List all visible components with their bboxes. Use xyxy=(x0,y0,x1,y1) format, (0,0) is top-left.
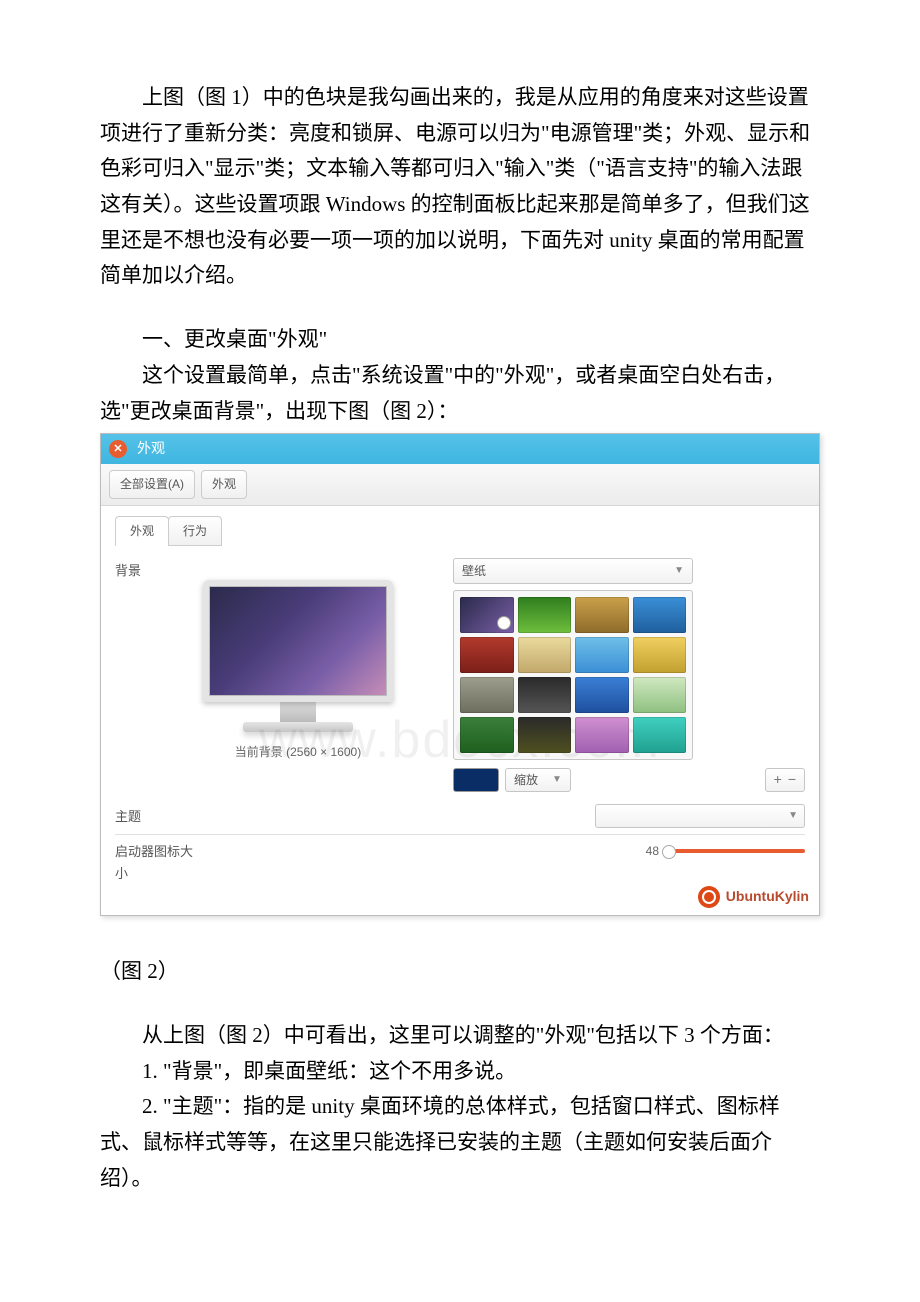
theme-section: 主题 ▼ xyxy=(115,798,805,835)
wallpaper-source-select[interactable]: 壁纸 ▼ xyxy=(453,558,693,584)
wallpaper-thumb[interactable] xyxy=(460,717,514,753)
wallpaper-thumb[interactable] xyxy=(633,597,687,633)
spacer xyxy=(100,294,820,322)
spacer xyxy=(100,990,820,1018)
ubuntu-logo-icon xyxy=(698,886,720,908)
monitor-stand xyxy=(280,702,316,722)
tab-behavior[interactable]: 行为 xyxy=(168,516,222,546)
tab-appearance[interactable]: 外观 xyxy=(115,516,169,546)
plus-icon: + xyxy=(774,768,782,792)
wallpaper-thumb[interactable] xyxy=(575,677,629,713)
theme-select[interactable]: ▼ xyxy=(595,804,805,828)
wallpaper-grid xyxy=(453,590,693,760)
background-color-swatch[interactable] xyxy=(453,768,499,792)
appearance-window: ✕ 外观 全部设置(A) 外观 www.bdocx.com 外观 行为 背景 当… xyxy=(100,433,820,916)
scale-mode-select[interactable]: 缩放 ▼ xyxy=(505,768,571,792)
launcher-size-label: 启动器图标大小 xyxy=(115,841,195,885)
figure-2-caption: （图 2） xyxy=(100,954,820,990)
wallpaper-panel: 壁纸 ▼ 缩放 ▼ + xyxy=(453,558,805,792)
window-title: 外观 xyxy=(137,437,165,461)
paragraph-4: 1. "背景"，即桌面壁纸：这个不用多说。 xyxy=(100,1054,820,1090)
launcher-slider-row: 48 xyxy=(195,841,805,861)
chevron-down-icon: ▼ xyxy=(552,771,562,788)
wallpaper-thumb[interactable] xyxy=(460,597,514,633)
ubuntu-kylin-badge: UbuntuKylin xyxy=(698,885,809,909)
monitor-preview: 当前背景 (2560 × 1600) xyxy=(163,558,433,762)
wallpaper-thumb[interactable] xyxy=(575,717,629,753)
paragraph-5: 2. "主题"：指的是 unity 桌面环境的总体样式，包括窗口样式、图标样式、… xyxy=(100,1089,820,1196)
wallpaper-source-label: 壁纸 xyxy=(462,561,486,581)
launcher-size-slider[interactable] xyxy=(665,849,805,853)
ubuntu-kylin-label: UbuntuKylin xyxy=(726,885,809,909)
background-label: 背景 xyxy=(115,558,163,582)
breadcrumb: 全部设置(A) 外观 xyxy=(101,464,819,505)
wallpaper-thumb[interactable] xyxy=(575,637,629,673)
launcher-size-value: 48 xyxy=(646,841,659,861)
monitor-base xyxy=(243,722,353,732)
wallpaper-thumb[interactable] xyxy=(633,717,687,753)
chevron-down-icon: ▼ xyxy=(788,807,798,824)
scale-mode-label: 缩放 xyxy=(514,770,538,790)
breadcrumb-all-settings[interactable]: 全部设置(A) xyxy=(109,470,195,498)
heading-1: 一、更改桌面"外观" xyxy=(100,322,820,358)
wallpaper-thumb[interactable] xyxy=(633,677,687,713)
wallpaper-thumb[interactable] xyxy=(518,637,572,673)
paragraph-3: 从上图（图 2）中可看出，这里可以调整的"外观"包括以下 3 个方面： xyxy=(100,1018,820,1054)
spacer xyxy=(100,926,820,954)
wallpaper-thumb[interactable] xyxy=(518,597,572,633)
minus-icon: − xyxy=(788,768,796,792)
add-remove-wallpaper[interactable]: + − xyxy=(765,768,805,792)
wallpaper-thumb[interactable] xyxy=(575,597,629,633)
chevron-down-icon: ▼ xyxy=(674,562,684,579)
wallpaper-thumb[interactable] xyxy=(633,637,687,673)
close-icon[interactable]: ✕ xyxy=(109,440,127,458)
wallpaper-thumb[interactable] xyxy=(518,677,572,713)
wallpaper-thumb[interactable] xyxy=(460,677,514,713)
theme-label: 主题 xyxy=(115,804,163,828)
wallpaper-thumb[interactable] xyxy=(460,637,514,673)
tabs: 外观 行为 xyxy=(115,516,805,546)
content-area: www.bdocx.com 外观 行为 背景 当前背景 (2560 × 1600… xyxy=(101,506,819,916)
background-controls: 缩放 ▼ + − xyxy=(453,768,805,792)
current-background-label: 当前背景 (2560 × 1600) xyxy=(163,742,433,762)
monitor-screen xyxy=(203,580,393,702)
wallpaper-thumb[interactable] xyxy=(518,717,572,753)
breadcrumb-current[interactable]: 外观 xyxy=(201,470,247,498)
titlebar: ✕ 外观 xyxy=(101,434,819,464)
paragraph-1: 上图（图 1）中的色块是我勾画出来的，我是从应用的角度来对这些设置项进行了重新分… xyxy=(100,80,820,294)
background-section: 背景 当前背景 (2560 × 1600) 壁纸 ▼ xyxy=(115,552,805,798)
paragraph-2: 这个设置最简单，点击"系统设置"中的"外观"，或者桌面空白处右击，选"更改桌面背… xyxy=(100,358,820,429)
